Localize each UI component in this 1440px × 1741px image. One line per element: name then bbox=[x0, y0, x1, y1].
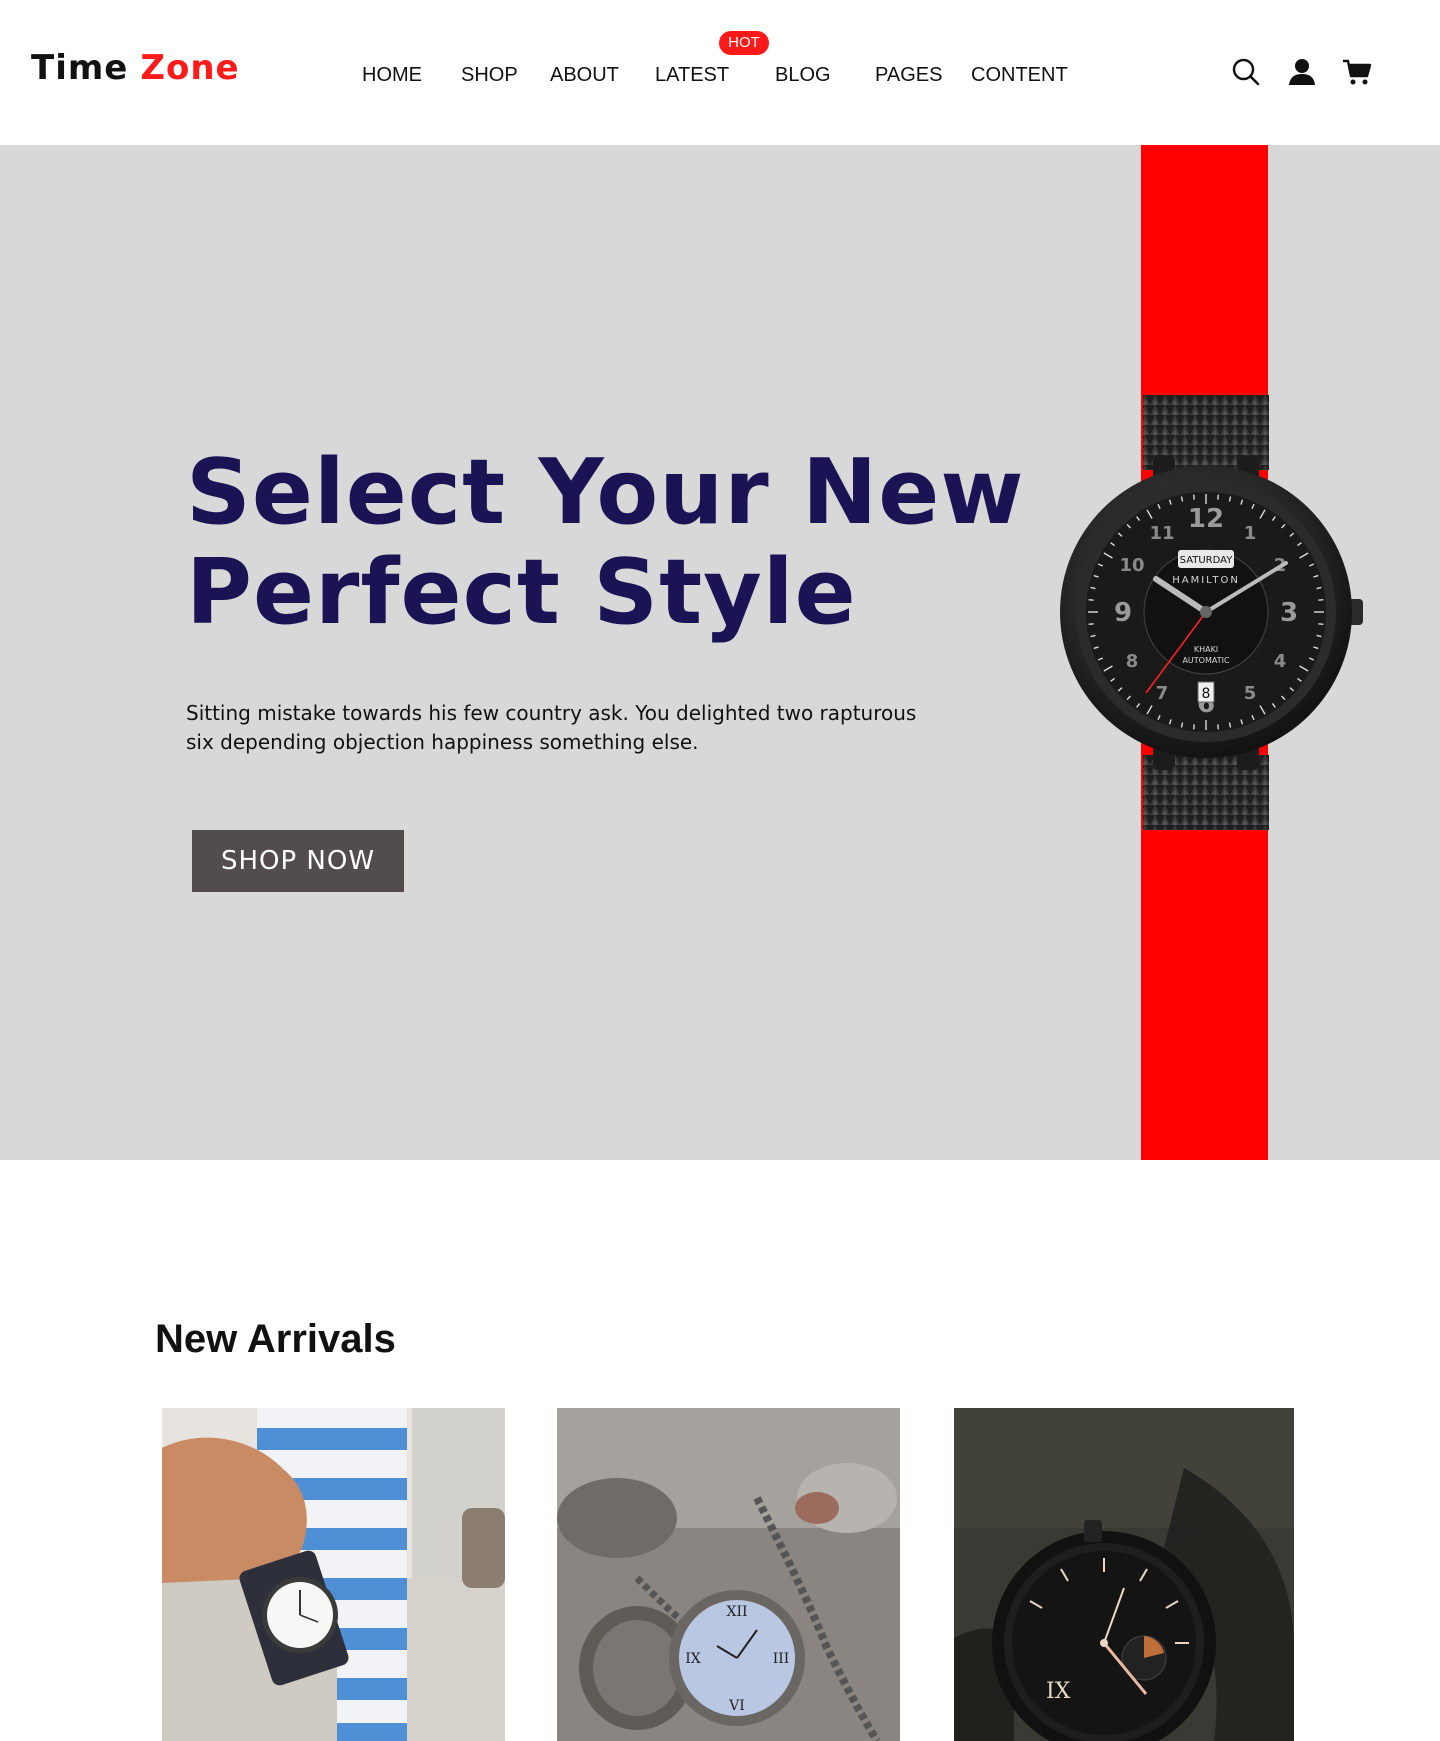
user-icon[interactable] bbox=[1287, 57, 1317, 87]
product-card-3[interactable]: IX bbox=[954, 1408, 1294, 1741]
product-image-2: XII III VI IX bbox=[557, 1408, 900, 1741]
cart-icon[interactable] bbox=[1342, 57, 1372, 87]
svg-text:9: 9 bbox=[1114, 598, 1132, 628]
hero-title: Select Your New Perfect Style bbox=[186, 440, 1025, 645]
svg-text:11: 11 bbox=[1149, 523, 1174, 544]
shop-now-button[interactable]: SHOP NOW bbox=[192, 830, 404, 892]
dial-tick bbox=[1088, 598, 1094, 601]
hero-description: Sitting mistake towards his few country … bbox=[186, 701, 917, 754]
product-image-3: IX bbox=[954, 1408, 1294, 1741]
site-header: Time Zone HOME SHOP ABOUT LATEST HOT BLOG… bbox=[0, 0, 1440, 145]
svg-text:8: 8 bbox=[1126, 651, 1139, 672]
nav-item-latest[interactable]: LATEST bbox=[655, 64, 729, 87]
hero-title-line-1: Select Your New bbox=[186, 440, 1025, 545]
logo-text-zone: Zone bbox=[140, 48, 240, 88]
svg-text:7: 7 bbox=[1156, 683, 1169, 704]
product-card-1[interactable] bbox=[162, 1408, 505, 1741]
logo-text-time: Time bbox=[31, 48, 129, 88]
hero-watch-image: 12 3 6 9 1 2 4 5 7 8 10 11 SATURDAY HAMI… bbox=[1060, 395, 1363, 830]
nav-item-content[interactable]: CONTENT bbox=[971, 64, 1068, 87]
hero-banner: Select Your New Perfect Style Sitting mi… bbox=[0, 145, 1440, 1160]
watch-line2-label: AUTOMATIC bbox=[1182, 656, 1230, 665]
svg-text:5: 5 bbox=[1244, 683, 1257, 704]
nav-item-about[interactable]: ABOUT bbox=[550, 64, 619, 87]
dial-tick bbox=[1088, 623, 1094, 626]
hot-badge: HOT bbox=[719, 31, 769, 55]
product-image-1 bbox=[162, 1408, 505, 1741]
svg-text:III: III bbox=[773, 1651, 790, 1667]
svg-text:IX: IX bbox=[685, 1651, 701, 1667]
nav-item-shop[interactable]: SHOP bbox=[461, 64, 518, 87]
watch-day-label: SATURDAY bbox=[1180, 555, 1234, 566]
svg-text:4: 4 bbox=[1274, 651, 1287, 672]
svg-text:XII: XII bbox=[726, 1604, 747, 1620]
nav-item-pages[interactable]: PAGES bbox=[875, 64, 942, 87]
dial-tick bbox=[1217, 494, 1220, 500]
dial-tick bbox=[1192, 494, 1195, 500]
search-icon[interactable] bbox=[1231, 57, 1261, 87]
nav-item-blog[interactable]: BLOG bbox=[775, 64, 831, 87]
svg-text:12: 12 bbox=[1188, 504, 1224, 534]
nav-item-home[interactable]: HOME bbox=[362, 64, 422, 87]
product-card-2[interactable]: XII III VI IX bbox=[557, 1408, 900, 1741]
svg-text:IX: IX bbox=[1046, 1679, 1071, 1704]
svg-text:VI: VI bbox=[728, 1698, 745, 1714]
dial-tick bbox=[1192, 724, 1195, 730]
svg-text:1: 1 bbox=[1244, 523, 1257, 544]
dial-tick bbox=[1318, 598, 1324, 601]
hero-title-line-2: Perfect Style bbox=[186, 540, 857, 645]
watch-brand-label: HAMILTON bbox=[1172, 575, 1240, 586]
new-arrivals-title: New Arrivals bbox=[155, 1317, 396, 1361]
svg-text:10: 10 bbox=[1119, 555, 1144, 576]
dial-tick bbox=[1217, 724, 1220, 730]
watch-date-label: 8 bbox=[1202, 686, 1211, 702]
dial-tick bbox=[1318, 623, 1324, 626]
watch-line1-label: KHAKI bbox=[1194, 645, 1218, 654]
svg-text:3: 3 bbox=[1280, 598, 1298, 628]
site-logo[interactable]: Time Zone bbox=[31, 48, 240, 88]
